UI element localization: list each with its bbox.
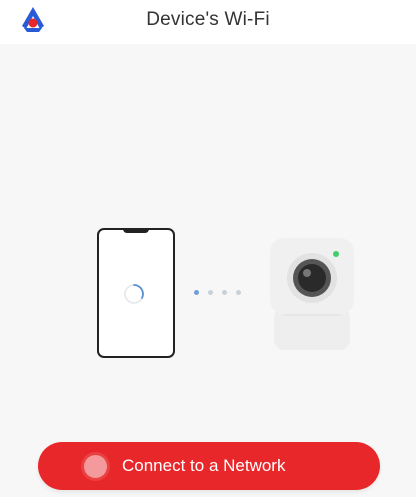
phone-notch — [123, 228, 149, 233]
header-bar: Device's Wi-Fi — [0, 0, 416, 44]
connect-network-label: Connect to a Network — [122, 456, 286, 475]
connection-illustration — [0, 220, 416, 370]
connection-dot — [208, 290, 213, 295]
camera-icon — [270, 238, 354, 350]
connection-dot — [194, 290, 199, 295]
connect-network-button[interactable]: Connect to a Network — [38, 442, 380, 490]
record-dot-icon — [84, 455, 107, 478]
loading-spinner-icon — [124, 284, 144, 304]
connection-dots — [194, 290, 250, 298]
connection-dot — [236, 290, 241, 295]
page-title: Device's Wi-Fi — [146, 9, 270, 30]
phone-icon — [97, 228, 175, 358]
connection-dot — [222, 290, 227, 295]
